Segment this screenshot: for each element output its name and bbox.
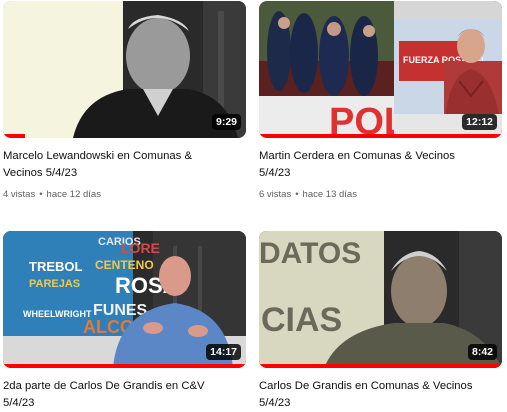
video-metadata: 6 vistas • hace 13 días: [259, 188, 502, 201]
view-count: 6 vistas: [259, 189, 292, 200]
duration-badge: 8:42: [467, 344, 497, 360]
video-thumbnail[interactable]: DATOS CIAS 8:42: [259, 231, 502, 368]
wordcloud-text: WHEELWRIGHT: [23, 309, 92, 319]
video-title[interactable]: Carlos De Grandis en Comunas & Vecinos 5…: [259, 378, 502, 412]
video-title[interactable]: Martin Cerdera en Comunas & Vecinos 5/4/…: [259, 148, 502, 182]
wordcloud-text: CENTENO: [95, 258, 154, 272]
upload-age: hace 12 días: [46, 189, 101, 200]
separator-dot: •: [39, 189, 43, 200]
watch-progress-bar: [259, 134, 502, 138]
watch-progress-bar: [259, 364, 502, 368]
video-metadata: 4 vistas • hace 12 días: [3, 188, 246, 201]
watch-progress-bar: [3, 364, 246, 368]
video-title[interactable]: 2da parte de Carlos De Grandis en C&V 5/…: [3, 378, 246, 412]
thumbnail-image: DATOS CIAS: [259, 231, 502, 368]
duration-badge: 9:29: [211, 114, 241, 130]
wordcloud-text: TREBOL: [29, 259, 83, 274]
duration-badge: 14:17: [206, 344, 241, 360]
video-card[interactable]: 9:29 Marcelo Lewandowski en Comunas & Ve…: [3, 1, 246, 201]
video-thumbnail[interactable]: CARIOS LORE TREBOL CENTENO PAREJAS ROSA …: [3, 231, 246, 368]
duration-badge: 12:12: [462, 114, 497, 130]
separator-dot: •: [295, 189, 299, 200]
video-card[interactable]: CARIOS LORE TREBOL CENTENO PAREJAS ROSA …: [3, 231, 246, 412]
video-title[interactable]: Marcelo Lewandowski en Comunas & Vecinos…: [3, 148, 246, 182]
background-text: CIAS: [261, 301, 342, 339]
thumbnail-image: [3, 1, 246, 138]
video-thumbnail[interactable]: POL FUERZA ROSARIO 12:12: [259, 1, 502, 138]
wordcloud-text: PAREJAS: [29, 278, 80, 290]
wordcloud-text: LORE: [121, 240, 160, 256]
background-text: DATOS: [259, 237, 361, 270]
video-thumbnail[interactable]: 9:29: [3, 1, 246, 138]
video-card[interactable]: DATOS CIAS 8:42 Carlos De Grandis en Com…: [259, 231, 502, 412]
view-count: 4 vistas: [3, 189, 36, 200]
upload-age: hace 13 días: [302, 189, 357, 200]
video-card[interactable]: POL FUERZA ROSARIO 12:12 Martin Cerdera …: [259, 1, 502, 201]
watch-progress-bar: [3, 134, 25, 138]
